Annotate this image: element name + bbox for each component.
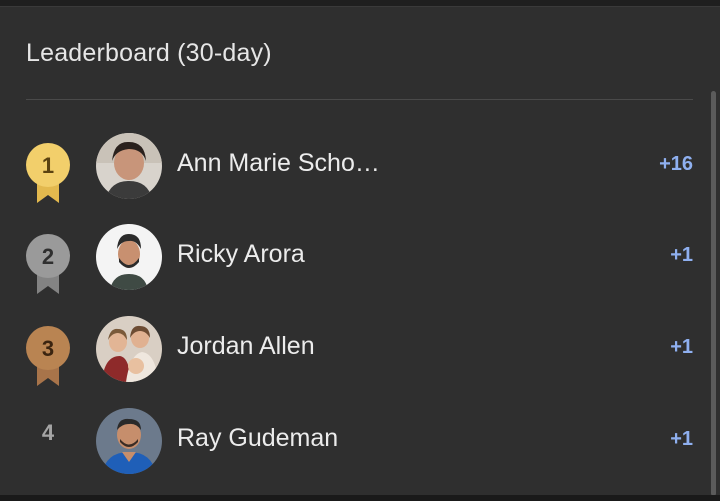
silver-medal-icon: 2 — [26, 234, 70, 294]
leaderboard-row[interactable]: 1 Ann Marie Scho… +16 — [0, 127, 705, 219]
score: +16 — [659, 153, 693, 175]
score: +1 — [670, 336, 693, 358]
rank-number: 1 — [42, 153, 54, 178]
user-name[interactable]: Jordan Allen — [177, 332, 315, 361]
avatar[interactable] — [96, 316, 162, 382]
avatar[interactable] — [96, 408, 162, 474]
score: +1 — [670, 244, 693, 266]
leaderboard-row[interactable]: 3 Jordan Allen +1 — [0, 310, 705, 402]
leaderboard-row[interactable]: 4 Ray Gudeman +1 — [0, 402, 705, 494]
avatar[interactable] — [96, 224, 162, 290]
leaderboard-panel: Leaderboard (30-day) 1 Ann Marie Scho… +… — [0, 6, 720, 496]
scrollbar[interactable] — [711, 91, 716, 496]
leaderboard-row[interactable]: 2 Ricky Arora +1 — [0, 218, 705, 310]
avatar[interactable] — [96, 133, 162, 199]
rank-number: 2 — [42, 244, 54, 269]
user-name[interactable]: Ann Marie Scho… — [177, 149, 380, 178]
gold-medal-icon: 1 — [26, 143, 70, 203]
score: +1 — [670, 428, 693, 450]
divider — [26, 99, 693, 100]
user-name[interactable]: Ray Gudeman — [177, 424, 338, 453]
bottom-edge — [0, 495, 720, 501]
rank-number: 4 — [41, 420, 55, 445]
bronze-medal-icon: 3 — [26, 326, 70, 386]
rank-number: 3 — [42, 336, 54, 361]
user-name[interactable]: Ricky Arora — [177, 240, 305, 269]
leaderboard-title: Leaderboard (30-day) — [26, 39, 272, 67]
